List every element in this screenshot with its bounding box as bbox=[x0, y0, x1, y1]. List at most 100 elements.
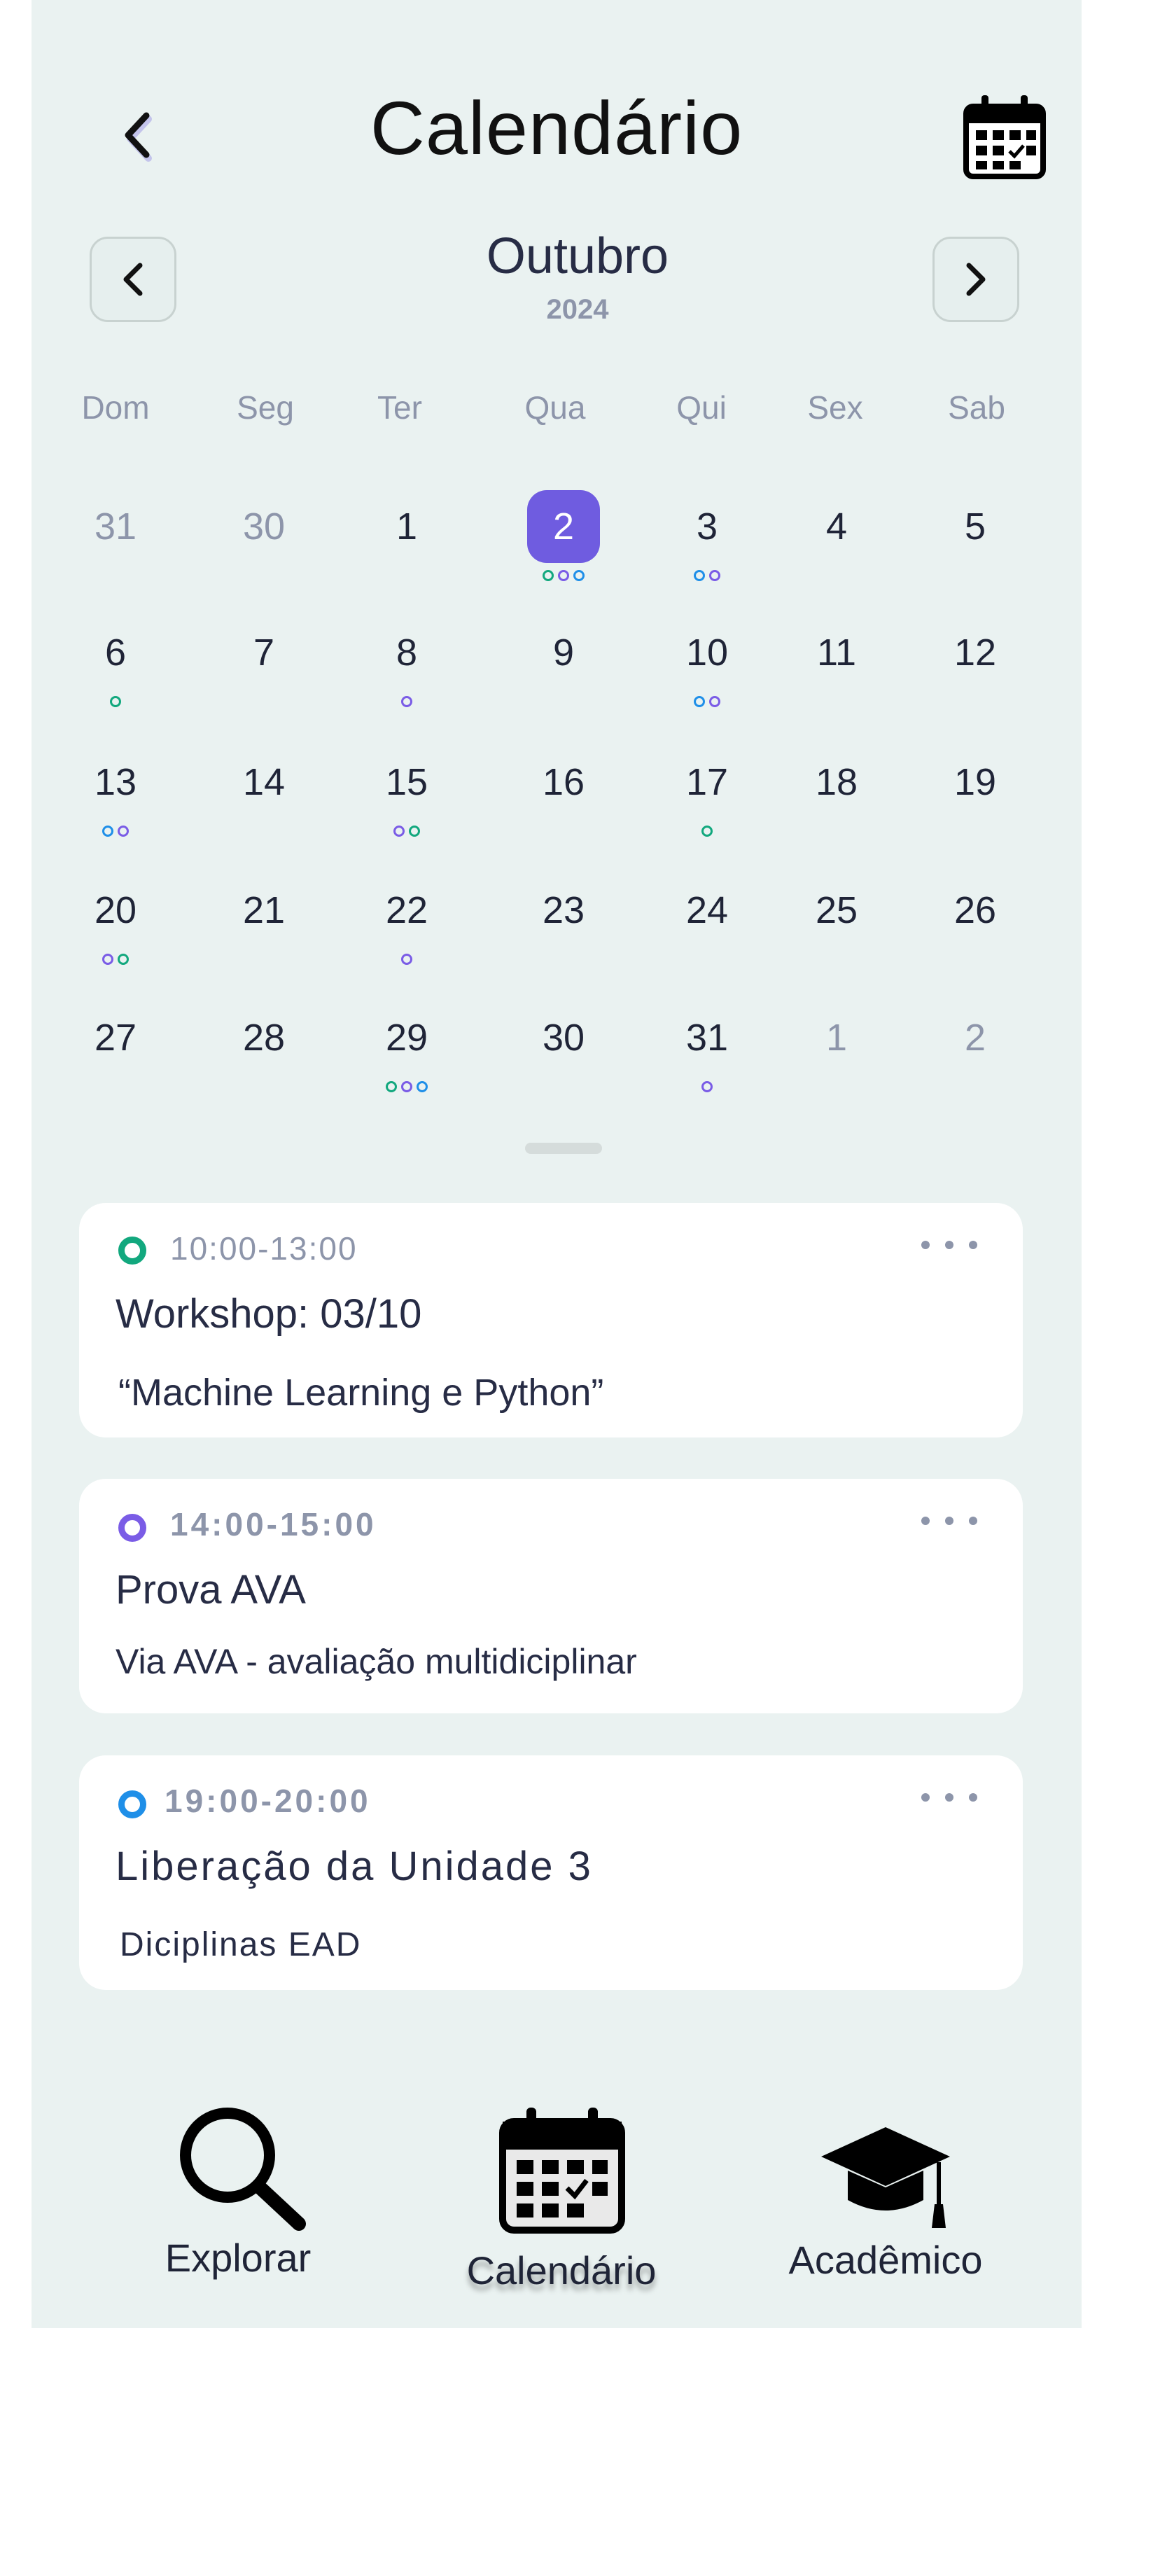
calendar-day[interactable]: 21 bbox=[208, 874, 320, 958]
calendar-day[interactable]: 6 bbox=[60, 616, 172, 707]
event-card[interactable]: 14:00-15:00 Prova AVA Via AVA - avaliaçã… bbox=[79, 1479, 1023, 1713]
event-dot bbox=[701, 1081, 713, 1092]
weekday-label: Sab bbox=[948, 389, 1005, 426]
event-dot bbox=[118, 826, 129, 837]
event-dot bbox=[709, 696, 720, 707]
event-dot bbox=[409, 826, 420, 837]
day-number: 12 bbox=[953, 632, 997, 674]
day-number: 11 bbox=[816, 632, 857, 674]
calendar-day[interactable]: 3 bbox=[651, 490, 763, 581]
calendar-day[interactable]: 27 bbox=[60, 1001, 172, 1085]
event-dots bbox=[60, 695, 172, 709]
calendar-day[interactable]: 5 bbox=[919, 490, 1031, 574]
event-color-indicator bbox=[118, 1514, 146, 1542]
calendar-day[interactable]: 19 bbox=[919, 746, 1031, 830]
calendar-day[interactable]: 31 bbox=[651, 1001, 763, 1092]
event-title: Workshop: 03/10 bbox=[116, 1291, 422, 1337]
day-number: 6 bbox=[104, 632, 127, 674]
calendar-icon bbox=[499, 2108, 625, 2234]
calendar-day[interactable]: 13 bbox=[60, 746, 172, 837]
event-time: 19:00-20:00 bbox=[165, 1783, 371, 1819]
event-dots bbox=[351, 1080, 463, 1094]
weekday-label: Ter bbox=[377, 389, 422, 426]
event-dot bbox=[102, 826, 113, 837]
weekday-label: Seg bbox=[237, 389, 294, 426]
calendar-day[interactable]: 10 bbox=[651, 616, 763, 707]
day-number: 7 bbox=[253, 632, 275, 674]
calendar-day[interactable]: 26 bbox=[919, 874, 1031, 958]
event-dot bbox=[417, 1081, 428, 1092]
day-number: 29 bbox=[385, 1017, 428, 1059]
calendar-day[interactable]: 1 bbox=[781, 1001, 893, 1085]
event-dot bbox=[110, 696, 121, 707]
calendar-day[interactable]: 18 bbox=[781, 746, 893, 830]
event-dots bbox=[351, 824, 463, 838]
calendar-day[interactable]: 4 bbox=[781, 490, 893, 574]
nav-tab-academico[interactable]: Acadêmico bbox=[760, 2101, 1012, 2311]
nav-tab-label: Explorar bbox=[165, 2236, 312, 2280]
calendar-day[interactable]: 1 bbox=[351, 490, 463, 574]
weekday-label: Qua bbox=[524, 389, 586, 426]
calendar-screen: Calendário Outubro 2024 Dom Seg Ter Qua … bbox=[32, 0, 1082, 2328]
event-dots bbox=[351, 952, 463, 966]
prev-month-button[interactable] bbox=[90, 237, 176, 322]
page-title: Calendário bbox=[370, 85, 743, 170]
day-number: 23 bbox=[542, 889, 585, 931]
more-options-button[interactable] bbox=[921, 1783, 977, 1811]
event-color-indicator bbox=[118, 1237, 146, 1265]
calendar-day[interactable]: 31 bbox=[60, 490, 172, 574]
day-number: 24 bbox=[685, 889, 729, 931]
day-number: 26 bbox=[953, 889, 997, 931]
event-card[interactable]: 10:00-13:00 Workshop: 03/10 “Machine Lea… bbox=[79, 1203, 1023, 1437]
next-month-button[interactable] bbox=[932, 237, 1019, 322]
calendar-day[interactable]: 7 bbox=[208, 616, 320, 700]
calendar-day[interactable]: 29 bbox=[351, 1001, 463, 1092]
more-options-button[interactable] bbox=[921, 1231, 977, 1259]
nav-tab-calendario[interactable]: Calendário bbox=[435, 2101, 687, 2311]
day-number: 19 bbox=[953, 761, 997, 803]
nav-tab-explorar[interactable]: Explorar bbox=[112, 2101, 364, 2311]
calendar-day[interactable]: 30 bbox=[208, 490, 320, 574]
calendar-day[interactable]: 17 bbox=[651, 746, 763, 837]
calendar-day[interactable]: 28 bbox=[208, 1001, 320, 1085]
day-number: 3 bbox=[696, 506, 718, 548]
calendar-day[interactable]: 30 bbox=[508, 1001, 620, 1085]
calendar-day-selected[interactable]: 2 bbox=[508, 490, 620, 581]
event-dot bbox=[709, 570, 720, 581]
calendar-day[interactable]: 14 bbox=[208, 746, 320, 830]
back-button[interactable] bbox=[98, 97, 175, 174]
calendar-view-button[interactable] bbox=[959, 91, 1050, 182]
calendar-day[interactable]: 12 bbox=[919, 616, 1031, 700]
calendar-day[interactable]: 15 bbox=[351, 746, 463, 837]
calendar-day[interactable]: 23 bbox=[508, 874, 620, 958]
calendar-day[interactable]: 20 bbox=[60, 874, 172, 965]
event-dot bbox=[694, 696, 705, 707]
event-card[interactable]: 19:00-20:00 Liberação da Unidade 3 Dicip… bbox=[79, 1755, 1023, 1990]
calendar-day[interactable]: 2 bbox=[919, 1001, 1031, 1085]
day-number: 8 bbox=[396, 632, 418, 674]
day-number: 21 bbox=[242, 889, 286, 931]
event-time: 14:00-15:00 bbox=[170, 1506, 377, 1543]
event-title: Liberação da Unidade 3 bbox=[116, 1844, 593, 1889]
nav-tab-label: Acadêmico bbox=[788, 2238, 983, 2282]
event-dot bbox=[386, 1081, 397, 1092]
year-label: 2024 bbox=[546, 294, 609, 325]
drag-handle[interactable] bbox=[525, 1143, 602, 1154]
calendar-day[interactable]: 16 bbox=[508, 746, 620, 830]
calendar-day[interactable]: 22 bbox=[351, 874, 463, 965]
day-number: 30 bbox=[242, 506, 286, 548]
event-dot bbox=[118, 954, 129, 965]
event-dots bbox=[508, 569, 620, 583]
calendar-day[interactable]: 24 bbox=[651, 874, 763, 958]
search-icon bbox=[180, 2108, 306, 2231]
calendar-day[interactable]: 11 bbox=[781, 616, 893, 700]
calendar-day[interactable]: 8 bbox=[351, 616, 463, 707]
graduation-cap-icon bbox=[821, 2127, 950, 2228]
event-dots bbox=[60, 824, 172, 838]
day-number: 18 bbox=[815, 761, 858, 803]
day-number: 4 bbox=[825, 506, 848, 548]
calendar-day[interactable]: 25 bbox=[781, 874, 893, 958]
event-time: 10:00-13:00 bbox=[170, 1230, 358, 1267]
more-options-button[interactable] bbox=[921, 1507, 977, 1535]
calendar-day[interactable]: 9 bbox=[508, 616, 620, 700]
